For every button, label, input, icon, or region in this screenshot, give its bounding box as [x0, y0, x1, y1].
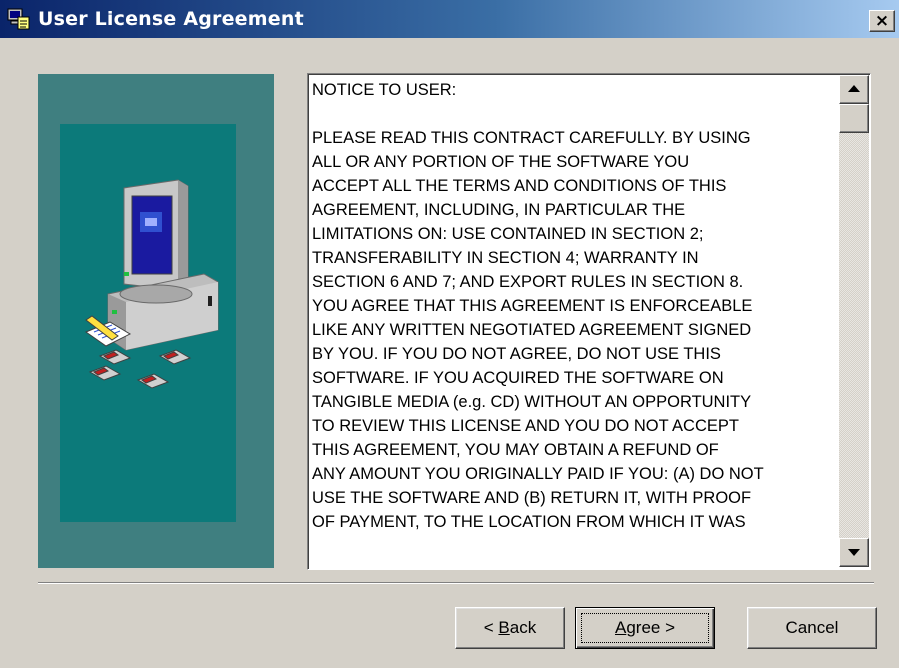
license-line: PLEASE READ THIS CONTRACT CAREFULLY. BY … — [312, 129, 751, 147]
computer-with-floppy-disks-illustration — [84, 179, 219, 389]
license-line: SOFTWARE. IF YOU ACQUIRED THE SOFTWARE O… — [312, 369, 724, 387]
license-line: TANGIBLE MEDIA (e.g. CD) WITHOUT AN OPPO… — [312, 393, 752, 411]
setup-computer-icon — [7, 8, 30, 30]
agree-button[interactable]: Agree > — [575, 607, 715, 649]
license-line: ANY AMOUNT YOU ORIGINALLY PAID IF YOU: (… — [312, 465, 764, 483]
license-line: OF PAYMENT, TO THE LOCATION FROM WHICH I… — [312, 513, 746, 531]
illustration-panel — [38, 74, 274, 568]
title-bar[interactable]: User License Agreement × — [0, 0, 899, 38]
license-line: TO REVIEW THIS LICENSE AND YOU DO NOT AC… — [312, 417, 739, 435]
close-button[interactable]: × — [869, 10, 895, 32]
license-line: LIKE ANY WRITTEN NEGOTIATED AGREEMENT SI… — [312, 321, 752, 339]
license-line: LIMITATIONS ON: USE CONTAINED IN SECTION… — [312, 225, 704, 243]
license-line: ALL OR ANY PORTION OF THE SOFTWARE YOU — [312, 153, 690, 171]
vertical-scrollbar[interactable] — [839, 75, 869, 567]
license-line: THIS AGREEMENT, YOU MAY OBTAIN A REFUND … — [312, 441, 719, 459]
scroll-down-button[interactable] — [839, 538, 869, 567]
arrow-up-icon — [848, 85, 860, 92]
license-line: AGREEMENT, INCLUDING, IN PARTICULAR THE — [312, 201, 686, 219]
arrow-down-icon — [848, 549, 860, 556]
window-title: User License Agreement — [38, 8, 304, 30]
close-icon: × — [874, 11, 890, 31]
cancel-button[interactable]: Cancel — [747, 607, 877, 649]
license-text-box[interactable]: NOTICE TO USER: PLEASE READ THIS CONTRAC… — [307, 73, 871, 570]
focus-rectangle — [581, 613, 709, 643]
cancel-button-label: Cancel — [785, 618, 839, 637]
back-button[interactable]: < Back — [455, 607, 565, 649]
license-line: ACCEPT ALL THE TERMS AND CONDITIONS OF T… — [312, 177, 727, 195]
license-line: SECTION 6 AND 7; AND EXPORT RULES IN SEC… — [312, 273, 744, 291]
separator-line — [38, 582, 874, 584]
license-line: TRANSFERABILITY IN SECTION 4; WARRANTY I… — [312, 249, 699, 267]
license-text: NOTICE TO USER: PLEASE READ THIS CONTRAC… — [312, 78, 837, 564]
license-line: BY YOU. IF YOU DO NOT AGREE, DO NOT USE … — [312, 345, 721, 363]
license-line: USE THE SOFTWARE AND (B) RETURN IT, WITH… — [312, 489, 752, 507]
illustration-background — [60, 124, 236, 522]
license-line — [312, 102, 837, 126]
license-line: YOU AGREE THAT THIS AGREEMENT IS ENFORCE… — [312, 297, 753, 315]
license-line: NOTICE TO USER: — [312, 81, 457, 99]
scroll-thumb[interactable] — [839, 104, 869, 133]
back-button-label: < Back — [483, 618, 537, 637]
scroll-up-button[interactable] — [839, 75, 869, 104]
